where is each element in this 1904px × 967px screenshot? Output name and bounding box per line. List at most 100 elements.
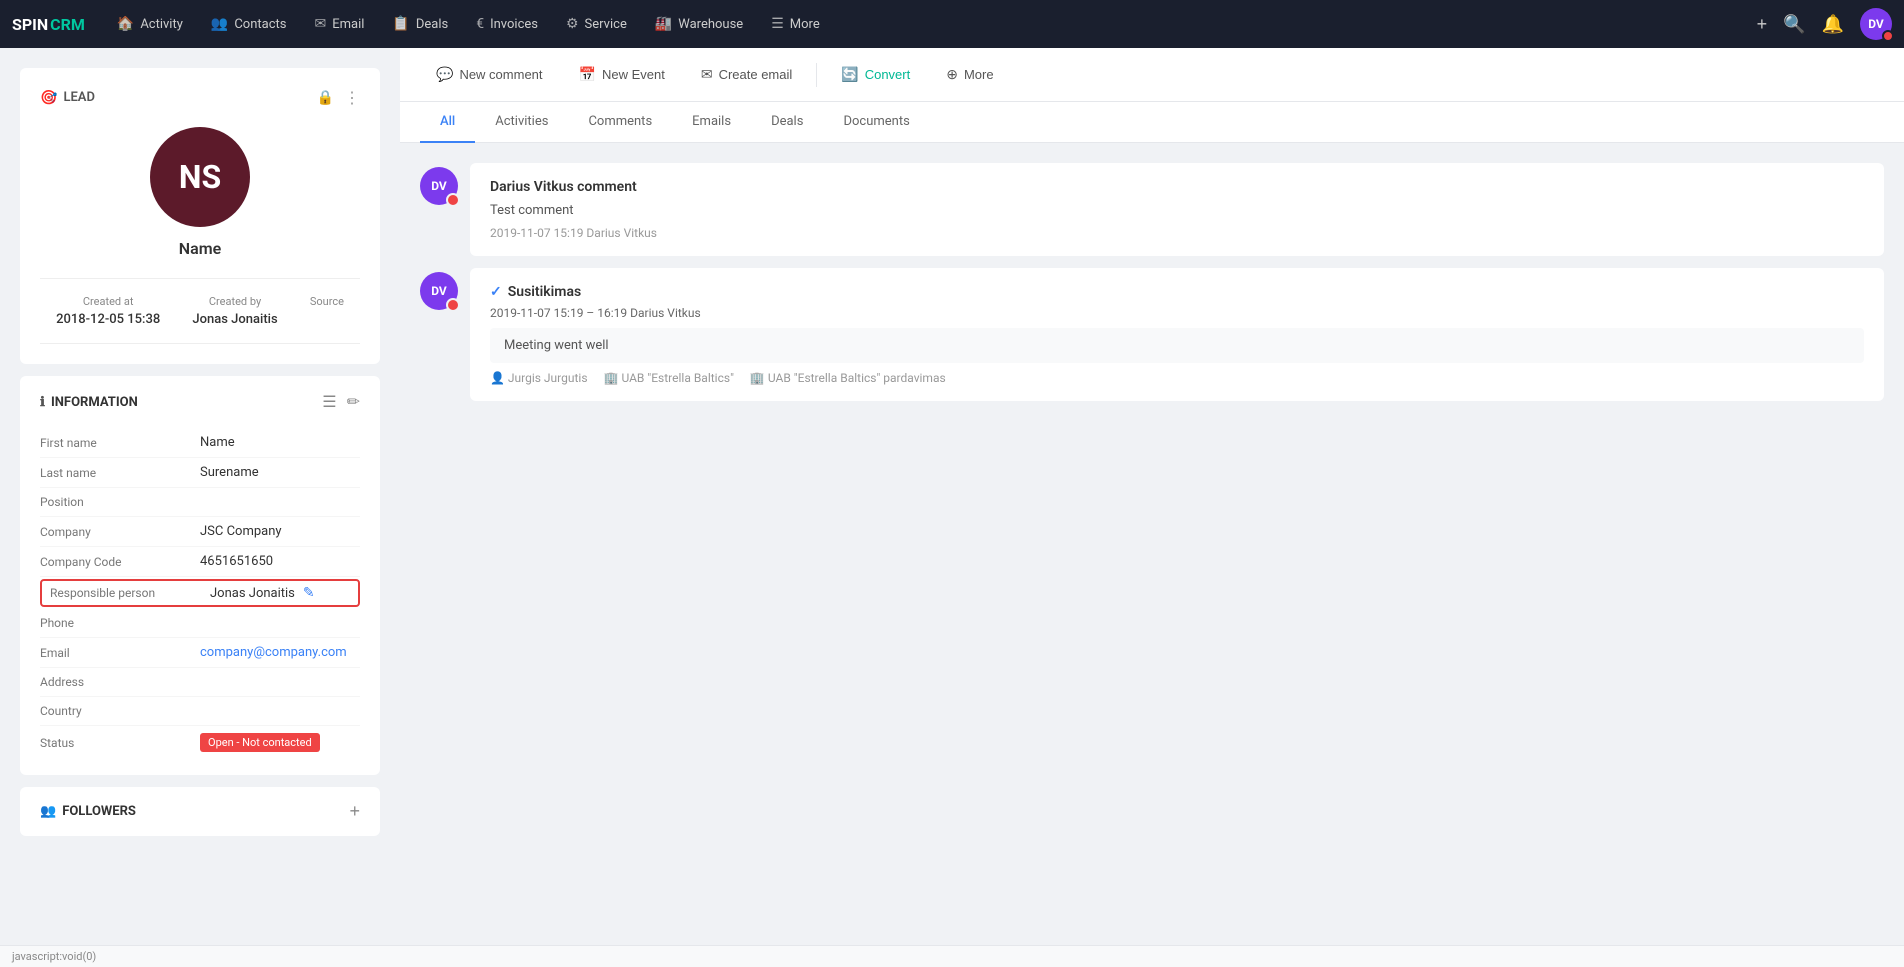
info-title-text: INFORMATION — [51, 395, 138, 410]
meeting-title-row: ✓Susitikimas — [490, 284, 1864, 300]
search-button[interactable]: 🔍 — [1783, 14, 1805, 35]
followers-card: 👥 FOLLOWERS + — [20, 787, 380, 836]
create-email-button[interactable]: ✉ Create email — [685, 58, 808, 91]
email-icon: ✉ — [314, 16, 326, 32]
lead-card-actions: 🔒 ⋮ — [317, 88, 360, 107]
info-edit-button[interactable]: ✏ — [347, 392, 360, 412]
convert-button[interactable]: 🔄 Convert — [825, 58, 926, 91]
info-value-company: JSC Company — [200, 524, 360, 539]
meeting-note: Meeting went well — [490, 328, 1864, 363]
user-avatar[interactable]: DV — [1860, 8, 1892, 40]
action-bar: 💬 New comment 📅 New Event ✉ Create email… — [400, 48, 1904, 102]
avatar-badge — [1882, 30, 1894, 42]
plus-icon: ⊕ — [946, 66, 958, 83]
bottom-url: javascript:void(0) — [12, 950, 96, 963]
followers-title-text: FOLLOWERS — [62, 804, 136, 819]
activity-avatar-badge — [446, 193, 460, 207]
created-by-value: Jonas Jonaitis — [192, 312, 277, 327]
followers-title: 👥 FOLLOWERS — [40, 804, 136, 819]
info-label-company: Company — [40, 525, 200, 539]
info-value-email: company@company.com — [200, 645, 360, 660]
nav-email-label: Email — [332, 17, 364, 32]
info-value-company_code: 4651651650 — [200, 554, 360, 569]
new-event-button[interactable]: 📅 New Event — [563, 58, 681, 91]
nav-deals[interactable]: 📋 Deals — [380, 8, 460, 40]
notifications-button[interactable]: 🔔 — [1822, 14, 1844, 35]
info-label-email: Email — [40, 646, 200, 660]
new-comment-button[interactable]: 💬 New comment — [420, 58, 559, 91]
info-value-last_name: Surename — [200, 465, 360, 480]
lead-options-icon[interactable]: ⋮ — [344, 88, 360, 107]
tab-documents[interactable]: Documents — [823, 102, 929, 143]
right-panel: 💬 New comment 📅 New Event ✉ Create email… — [400, 48, 1904, 945]
nav-warehouse[interactable]: 🏭 Warehouse — [643, 8, 755, 40]
nav-activity-label: Activity — [140, 17, 183, 32]
calendar-icon: 📅 — [579, 66, 596, 83]
lead-avatar: NS — [150, 127, 250, 227]
meeting-title: Susitikimas — [508, 284, 581, 300]
email-link[interactable]: company@company.com — [200, 645, 347, 660]
invoices-icon: € — [476, 16, 484, 32]
created-by-label: Created by — [209, 295, 261, 308]
meeting-card: ✓Susitikimas 2019-11-07 15:19 – 16:19 Dar… — [490, 284, 1864, 385]
nav-email[interactable]: ✉ Email — [302, 8, 376, 40]
info-label-company_code: Company Code — [40, 555, 200, 569]
created-at-value: 2018-12-05 15:38 — [56, 312, 160, 327]
tab-activities[interactable]: Activities — [475, 102, 568, 143]
lead-avatar-wrap: NS Name — [40, 127, 360, 258]
lead-meta: Created at 2018-12-05 15:38 Created by J… — [40, 278, 360, 344]
main-content: 🎯 LEAD 🔒 ⋮ NS Name Created at 2018-12-05… — [0, 0, 1904, 945]
status-badge: Open - Not contacted — [200, 733, 320, 752]
info-fields: First nameNameLast nameSurenamePositionC… — [40, 428, 360, 759]
nav-contacts[interactable]: 👥 Contacts — [199, 8, 299, 40]
more-label: More — [964, 67, 994, 82]
add-button[interactable]: + — [1757, 14, 1768, 35]
info-label-position: Position — [40, 495, 200, 509]
warehouse-icon: 🏭 — [655, 16, 672, 32]
info-row-company_code: Company Code4651651650 — [40, 547, 360, 577]
bottom-bar: javascript:void(0) — [0, 945, 1904, 967]
activity-item-meeting-1: DV✓Susitikimas2019-11-07 15:19 – 16:19 D… — [420, 268, 1884, 401]
nav-invoices-label: Invoices — [490, 17, 538, 32]
info-row-responsible: Responsible personJonas Jonaitis✎ — [40, 579, 360, 607]
followers-add-button[interactable]: + — [349, 801, 360, 822]
more-actions-button[interactable]: ⊕ More — [930, 58, 1009, 91]
activity-item-comment-1: DVDarius Vitkus commentTest comment2019-… — [420, 163, 1884, 256]
tab-all[interactable]: All — [420, 102, 475, 143]
edit-responsible-icon[interactable]: ✎ — [303, 585, 315, 601]
info-row-address: Address — [40, 668, 360, 697]
info-value-status: Open - Not contacted — [200, 733, 360, 752]
info-label-address: Address — [40, 675, 200, 689]
nav-activity[interactable]: 🏠 Activity — [105, 8, 195, 40]
topnav: SPINCRM 🏠 Activity 👥 Contacts ✉ Email 📋 … — [0, 0, 1904, 48]
info-label-status: Status — [40, 736, 200, 750]
topnav-right: + 🔍 🔔 DV — [1757, 8, 1892, 40]
left-panel: 🎯 LEAD 🔒 ⋮ NS Name Created at 2018-12-05… — [0, 48, 400, 945]
nav-invoices[interactable]: € Invoices — [464, 8, 550, 40]
nav-service-label: Service — [585, 17, 627, 32]
info-row-phone: Phone — [40, 609, 360, 638]
logo[interactable]: SPINCRM — [12, 15, 85, 34]
activity-card-meeting-1: ✓Susitikimas 2019-11-07 15:19 – 16:19 Dar… — [470, 268, 1884, 401]
lead-meta-created-at: Created at 2018-12-05 15:38 — [56, 295, 160, 327]
activity-meta: 2019-11-07 15:19 Darius Vitkus — [490, 226, 1864, 240]
info-list-button[interactable]: ☰ — [322, 392, 336, 412]
tab-deals[interactable]: Deals — [751, 102, 823, 143]
lead-badge-text: LEAD — [63, 90, 95, 105]
nav-service[interactable]: ⚙ Service — [554, 8, 639, 40]
action-divider — [816, 63, 817, 87]
tab-comments[interactable]: Comments — [568, 102, 672, 143]
lead-avatar-initials: NS — [179, 158, 221, 196]
nav-warehouse-label: Warehouse — [678, 17, 743, 32]
info-icon: ℹ — [40, 395, 45, 410]
meeting-time-row: 2019-11-07 15:19 – 16:19 Darius Vitkus — [490, 306, 1864, 320]
info-row-country: Country — [40, 697, 360, 726]
nav-more[interactable]: ☰ More — [759, 8, 832, 40]
lead-badge-icon: 🎯 — [40, 90, 57, 106]
information-card: ℹ INFORMATION ☰ ✏ First nameNameLast nam… — [20, 376, 380, 775]
lead-name: Name — [179, 239, 221, 258]
info-row-first_name: First nameName — [40, 428, 360, 458]
info-label-country: Country — [40, 704, 200, 718]
more-icon: ☰ — [771, 16, 784, 32]
tab-emails[interactable]: Emails — [672, 102, 751, 143]
